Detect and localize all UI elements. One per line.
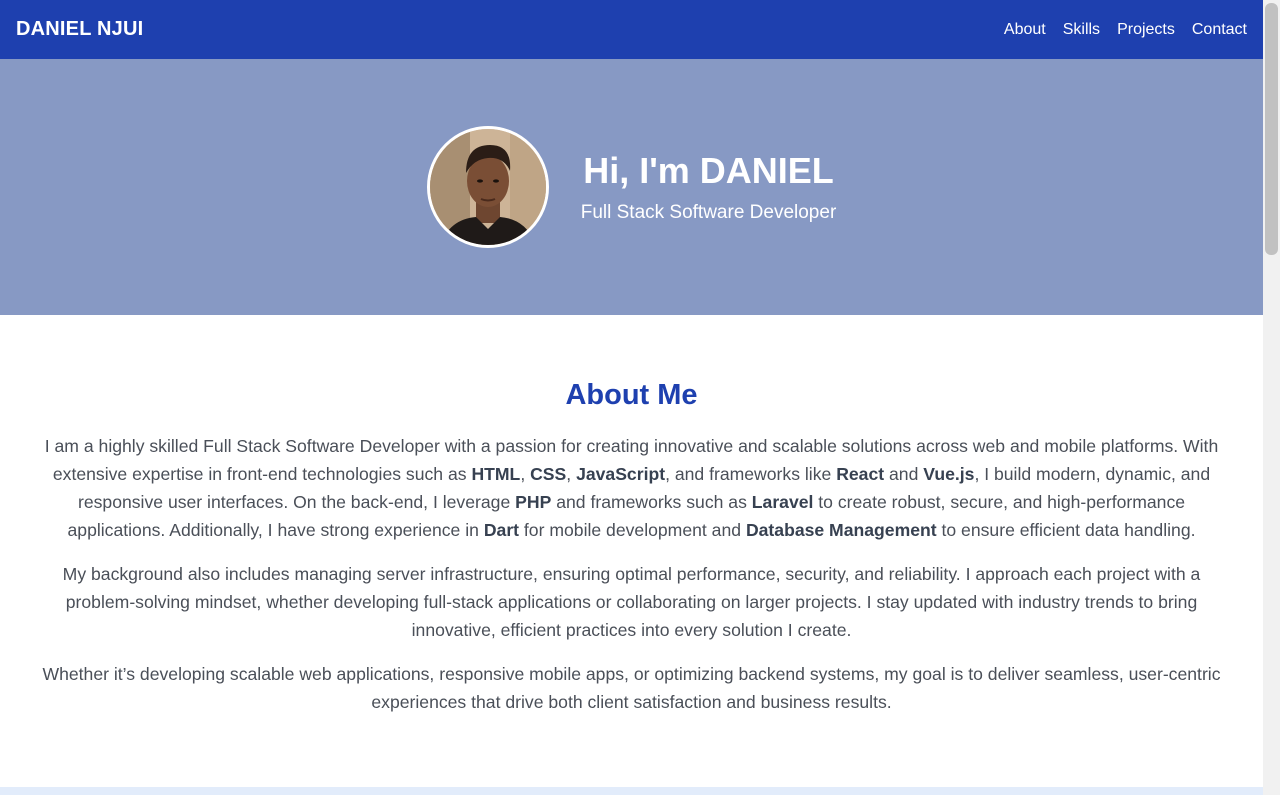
p1-text: , bbox=[566, 464, 577, 484]
p1-text: and frameworks such as bbox=[551, 492, 752, 512]
hero-title: Hi, I'm DANIEL bbox=[583, 150, 834, 191]
hero-text: Hi, I'm DANIEL Full Stack Software Devel… bbox=[581, 150, 837, 224]
about-paragraph-1: I am a highly skilled Full Stack Softwar… bbox=[34, 432, 1229, 544]
skill-database: Database Management bbox=[745, 520, 937, 540]
about-paragraph-2: My background also includes managing ser… bbox=[62, 564, 1201, 640]
nav-link-about[interactable]: About bbox=[1004, 21, 1046, 39]
avatar bbox=[426, 126, 549, 248]
skill-css: CSS bbox=[530, 464, 567, 484]
skill-dart: Dart bbox=[483, 520, 520, 540]
nav-link-skills[interactable]: Skills bbox=[1063, 21, 1100, 39]
nav-links: About Skills Projects Contact bbox=[1004, 21, 1247, 39]
profile-photo bbox=[429, 129, 546, 245]
p1-text: to ensure efficient data handling. bbox=[936, 520, 1196, 540]
p1-text: , bbox=[520, 464, 531, 484]
brand-logo[interactable]: DANIEL NJUI bbox=[16, 18, 143, 41]
nav-link-contact[interactable]: Contact bbox=[1192, 21, 1247, 39]
skill-laravel: Laravel bbox=[751, 492, 814, 512]
hero-subtitle: Full Stack Software Developer bbox=[580, 202, 837, 223]
skill-vuejs: Vue.js bbox=[923, 464, 975, 484]
nav-link-projects[interactable]: Projects bbox=[1117, 21, 1175, 39]
about-section: About Me I am a highly skilled Full Stac… bbox=[0, 315, 1263, 787]
about-paragraph-3: Whether it’s developing scalable web app… bbox=[42, 664, 1221, 712]
about-title: About Me bbox=[565, 379, 698, 411]
scrollbar-thumb[interactable] bbox=[1265, 3, 1278, 255]
hero-section: Hi, I'm DANIEL Full Stack Software Devel… bbox=[0, 59, 1263, 315]
skill-javascript: JavaScript bbox=[576, 464, 666, 484]
skill-html: HTML bbox=[471, 464, 521, 484]
p1-text: for mobile development and bbox=[519, 520, 746, 540]
skills-section-edge bbox=[0, 787, 1263, 795]
skill-react: React bbox=[836, 464, 885, 484]
skill-php: PHP bbox=[515, 492, 552, 512]
p1-text: , and frameworks like bbox=[665, 464, 837, 484]
navbar: DANIEL NJUI About Skills Projects Contac… bbox=[0, 0, 1263, 59]
p1-text: and bbox=[884, 464, 924, 484]
